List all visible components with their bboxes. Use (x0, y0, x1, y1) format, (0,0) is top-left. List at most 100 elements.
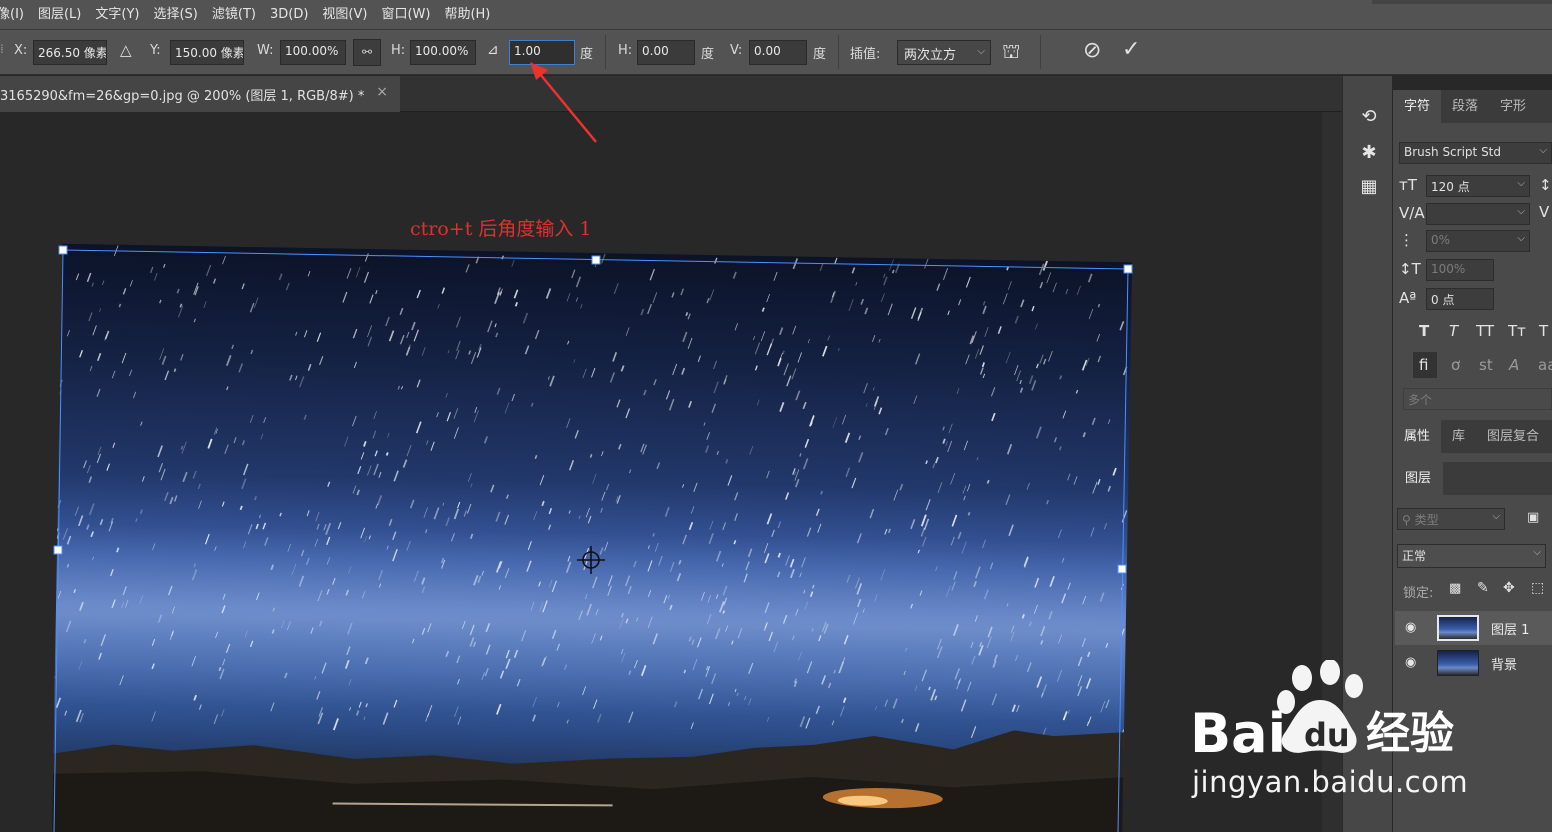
commit-transform-icon[interactable]: ✓ (1122, 37, 1140, 62)
font-size-value: 120 点 (1431, 180, 1470, 194)
menu-help[interactable]: 帮助(H) (437, 0, 497, 30)
properties-tabbar: 属性 库 图层复合 (1393, 420, 1552, 453)
document-tab-bar: 3165290&fm=26&gp=0.jpg @ 200% (图层 1, RGB… (0, 76, 1342, 112)
tab-libraries[interactable]: 库 (1441, 420, 1476, 453)
image-filter-icon[interactable]: ▣ (1527, 510, 1539, 525)
starry-sky-photo[interactable] (51, 243, 1133, 832)
lock-pixels-icon[interactable]: ✎ (1477, 580, 1489, 596)
layer-name: 背景 (1491, 658, 1518, 673)
font-size-input[interactable]: 120 点 ⌵ (1426, 175, 1530, 197)
tracking-input[interactable]: 0% ⌵ (1426, 230, 1530, 252)
layer-row[interactable]: ◉ 图层 1 (1395, 611, 1552, 645)
cancel-transform-icon[interactable]: ⊘ (1083, 38, 1101, 63)
vertical-scale-input[interactable]: 100% (1426, 259, 1494, 281)
faux-italic-button[interactable]: T (1449, 322, 1458, 340)
menu-image[interactable]: 像(I) (0, 0, 31, 30)
hskew-input[interactable]: 0.00 (637, 40, 695, 65)
font-family-select[interactable]: Brush Script Std ⌵ (1399, 142, 1552, 164)
stylistic-alternates-button[interactable]: aa (1538, 356, 1552, 374)
lock-label: 锁定: (1403, 586, 1434, 601)
window-controls-strip (1372, 0, 1552, 4)
faux-bold-button[interactable]: T (1419, 322, 1429, 340)
chevron-down-icon: ⌵ (1517, 206, 1525, 217)
tab-layer-comps[interactable]: 图层复合 (1476, 420, 1550, 453)
font-size-icon: ᴛT (1399, 176, 1417, 194)
tracking-value: 0% (1431, 233, 1451, 247)
interp-label: 插值: (850, 47, 881, 62)
layer-filter-select[interactable]: ⚲ 类型 ⌵ (1397, 508, 1505, 530)
tab-paragraph[interactable]: 段落 (1441, 90, 1489, 123)
small-caps-button[interactable]: Tт (1508, 322, 1526, 340)
delta-icon[interactable]: △ (120, 41, 132, 59)
tab-glyphs[interactable]: 字形 (1489, 90, 1537, 123)
layer-name: 图层 1 (1491, 623, 1530, 638)
history-icon[interactable]: ⟲ (1357, 106, 1381, 130)
tsume-icon: ⋮ (1399, 231, 1414, 249)
swatches-palette-icon[interactable]: ✱ (1357, 142, 1381, 166)
h-label: H: (391, 43, 406, 58)
menu-window[interactable]: 窗口(W) (374, 0, 437, 30)
leading-icon: ↕ (1539, 176, 1552, 194)
menu-bar: 像(I) 图层(L) 文字(Y) 选择(S) 滤镜(T) 3D(D) 视图(V)… (0, 0, 1552, 30)
baseline-shift-input[interactable]: 0 点 (1426, 288, 1494, 310)
menu-filter[interactable]: 滤镜(T) (205, 0, 263, 30)
separator (1040, 35, 1041, 69)
lock-position-icon[interactable]: ✥ (1503, 580, 1515, 596)
tab-properties[interactable]: 属性 (1393, 420, 1442, 453)
warp-icon[interactable]: ⛫ (1002, 39, 1020, 66)
interpolation-select[interactable]: 两次立方 ⌵ (897, 40, 991, 65)
vskew-input[interactable]: 0.00 (749, 40, 807, 65)
x-label: X: (14, 43, 28, 58)
eye-icon[interactable]: ◉ (1405, 620, 1416, 635)
height-input[interactable]: 100.00% (410, 40, 476, 65)
kerning-input[interactable]: ⌵ (1426, 203, 1530, 225)
interpolation-value: 两次立方 (904, 48, 957, 63)
hskew-label: H: (618, 43, 633, 58)
y-input[interactable]: 150.00 像素 (170, 40, 244, 65)
close-icon[interactable]: × (376, 84, 388, 100)
lock-transparency-icon[interactable]: ▩ (1449, 581, 1461, 596)
language-select[interactable]: 多个 (1403, 388, 1552, 410)
tab-character[interactable]: 字符 (1393, 90, 1442, 123)
menu-layer[interactable]: 图层(L) (31, 0, 88, 30)
menu-view[interactable]: 视图(V) (315, 0, 374, 30)
watermark-url: jingyan.baidu.com (1192, 765, 1469, 799)
svg-text:du: du (1304, 716, 1350, 754)
menu-select[interactable]: 选择(S) (146, 0, 204, 30)
baseline-shift-value: 0 点 (1431, 293, 1455, 307)
chevron-down-icon: ⌵ (1539, 145, 1547, 156)
search-icon: ⚲ (1402, 513, 1415, 527)
tracking-icon: V (1539, 203, 1550, 221)
lock-artboard-icon[interactable]: ⬚ (1531, 580, 1544, 596)
menu-type[interactable]: 文字(Y) (88, 0, 146, 30)
width-input[interactable]: 100.00% (280, 40, 346, 65)
tab-layers[interactable]: 图层 (1393, 462, 1444, 495)
angle-input[interactable]: 1.00 (509, 40, 575, 65)
vskew-label: V: (730, 43, 743, 58)
character-tabbar: 字符 段落 字形 (1393, 90, 1552, 123)
hskew-unit: 度 (701, 47, 715, 62)
discretionary-ligature-button[interactable]: st (1479, 356, 1493, 374)
link-aspect-icon[interactable]: ⚯ (353, 39, 381, 66)
separator (838, 35, 839, 69)
baseline-shift-icon: Aª (1399, 289, 1417, 307)
font-family-value: Brush Script Std (1404, 145, 1502, 159)
swash-button[interactable]: A (1509, 356, 1519, 374)
y-label: Y: (150, 43, 161, 58)
blend-mode-select[interactable]: 正常 ⌵ (1397, 544, 1546, 568)
kerning-icon: V/A (1399, 204, 1425, 222)
alt-ligature-button[interactable]: ơ (1451, 356, 1460, 374)
language-value: 多个 (1408, 393, 1433, 407)
vertical-scale-icon: ↕T (1399, 260, 1421, 278)
layer-filter-value: 类型 (1414, 513, 1439, 527)
document-title: 3165290&fm=26&gp=0.jpg @ 200% (图层 1, RGB… (0, 89, 365, 104)
ligature-button[interactable]: fi (1419, 356, 1428, 374)
reference-point-icon[interactable]: ⁞ (0, 42, 4, 56)
blend-mode-value: 正常 (1402, 549, 1427, 563)
x-input[interactable]: 266.50 像素 (33, 40, 107, 65)
menu-3d[interactable]: 3D(D) (263, 0, 315, 30)
superscript-button[interactable]: T (1539, 322, 1548, 340)
document-tab[interactable]: 3165290&fm=26&gp=0.jpg @ 200% (图层 1, RGB… (0, 76, 400, 112)
all-caps-button[interactable]: TT (1476, 322, 1494, 340)
grid-table-icon[interactable]: ▦ (1357, 176, 1381, 200)
